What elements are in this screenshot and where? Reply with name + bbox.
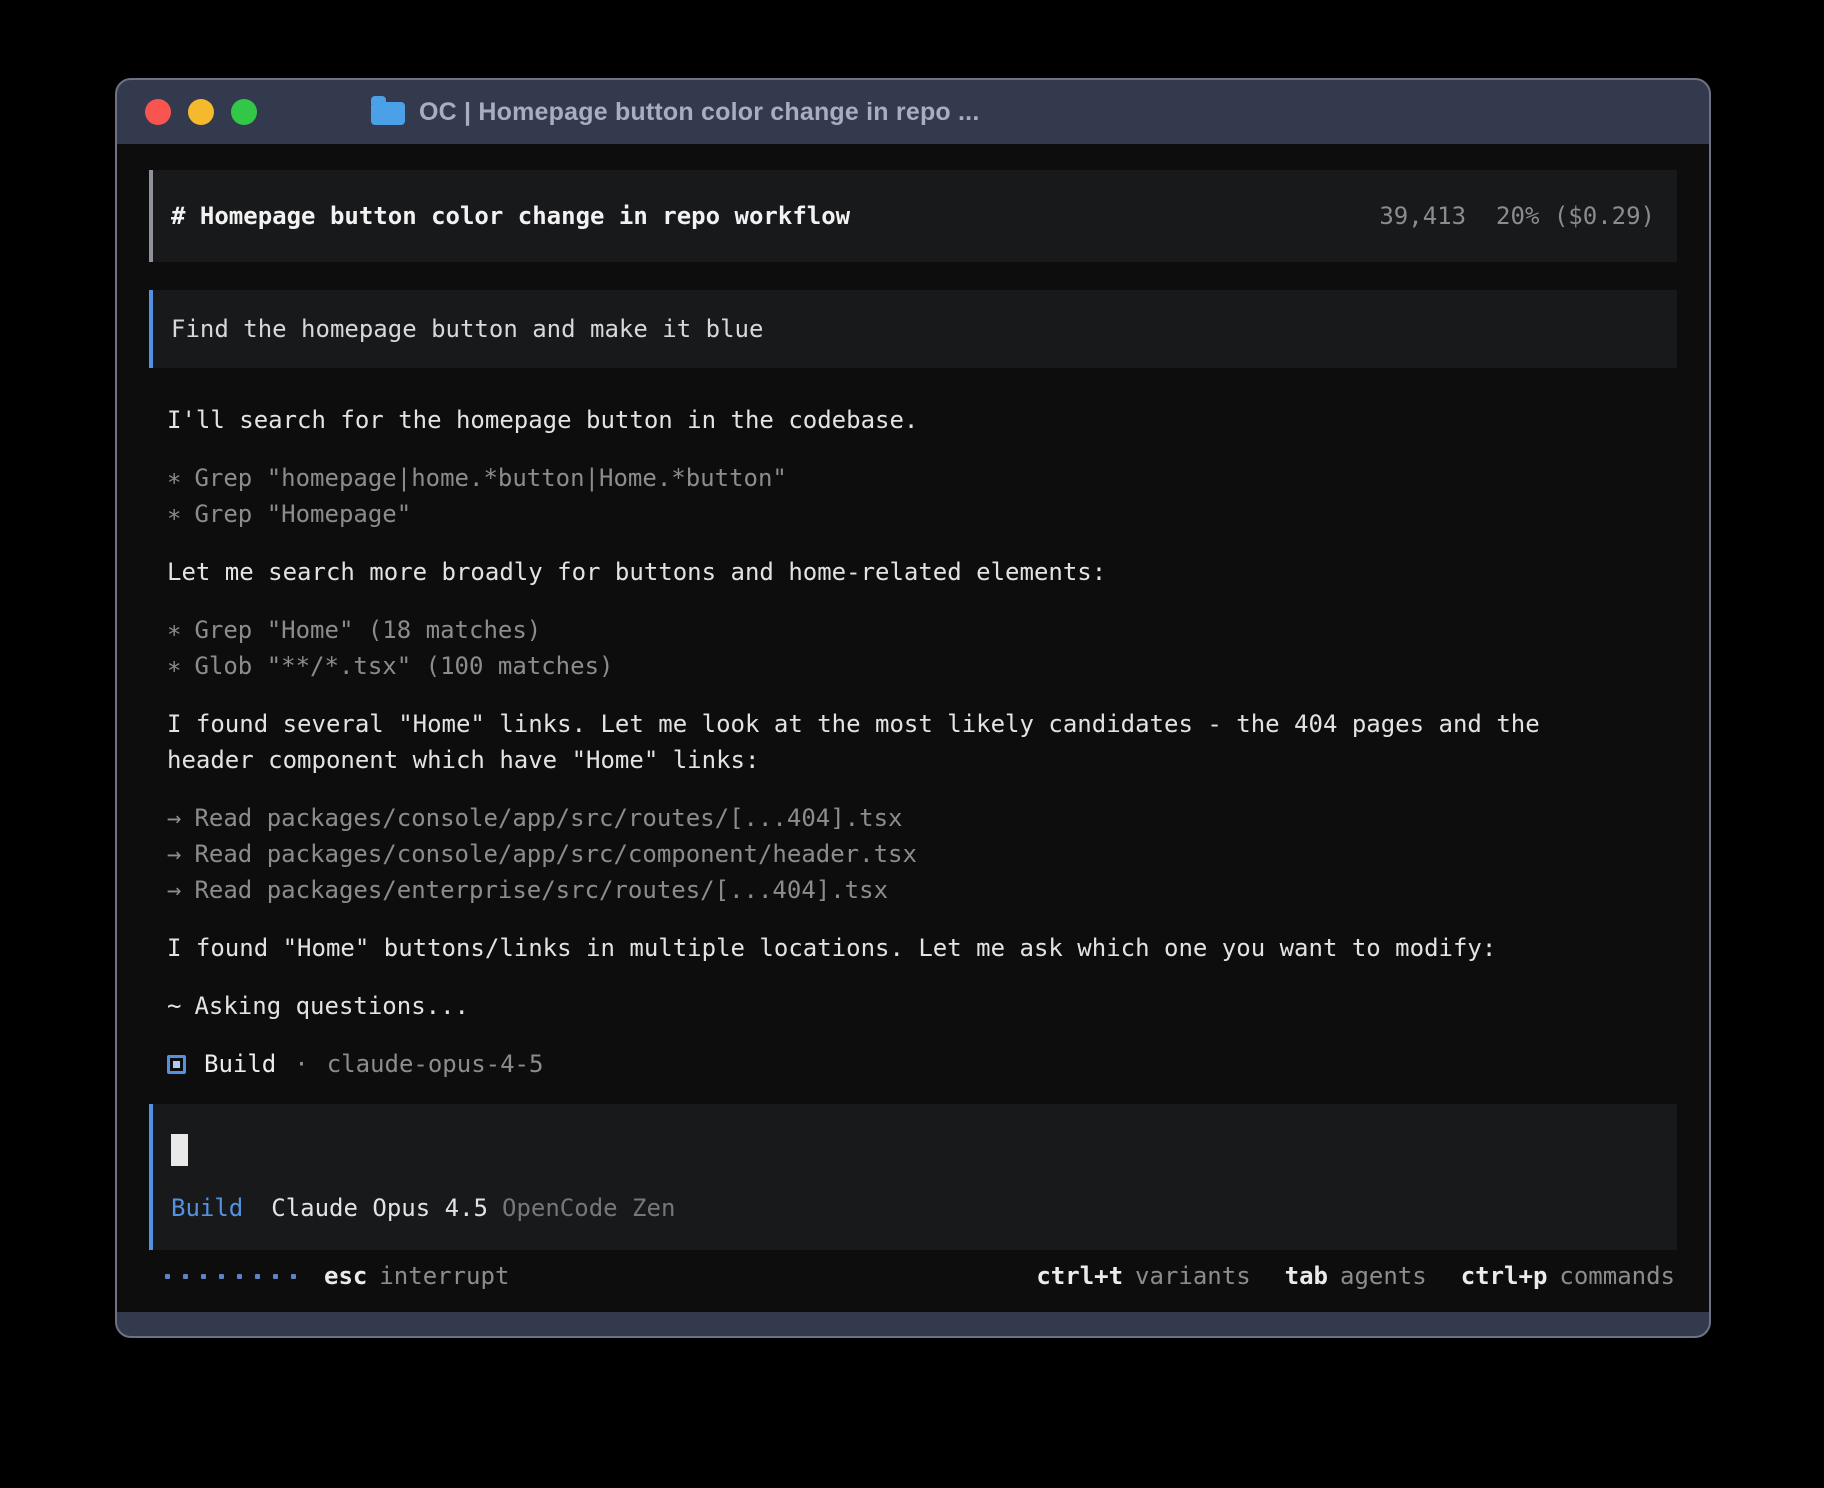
agent-square-icon <box>167 1055 186 1074</box>
shortcut-label: agents <box>1340 1258 1427 1294</box>
assistant-paragraph: I found several "Home" links. Let me loo… <box>149 706 1677 778</box>
input-model-name[interactable]: Claude Opus 4.5 <box>271 1192 488 1224</box>
session-stats: 39,413 20% ($0.29) <box>1379 198 1655 234</box>
tool-call-label: Grep "homepage|home.*button|Home.*button… <box>194 460 786 496</box>
context-usage-cost: 20% ($0.29) <box>1496 198 1655 234</box>
traffic-lights <box>145 99 257 125</box>
input-agent-label[interactable]: Build <box>171 1192 243 1224</box>
shortcut-agents: tab agents <box>1285 1258 1427 1294</box>
interrupt-hint: esc interrupt <box>324 1258 509 1294</box>
arrow-right-icon: → <box>167 800 181 836</box>
esc-key: esc <box>324 1258 367 1294</box>
asterisk-icon: ∗ <box>167 460 181 496</box>
read-tool-line: → Read packages/console/app/src/componen… <box>149 836 1677 872</box>
minimize-button[interactable] <box>188 99 214 125</box>
close-button[interactable] <box>145 99 171 125</box>
tool-call-line: ∗ Grep "homepage|home.*button|Home.*butt… <box>149 460 1677 496</box>
spinner-dots-icon <box>165 1274 296 1279</box>
tool-call-line: ∗ Glob "**/*.tsx" (100 matches) <box>149 648 1677 684</box>
assistant-text: I found "Home" buttons/links in multiple… <box>149 930 1677 966</box>
titlebar-title-group: OC | Homepage button color change in rep… <box>371 98 979 127</box>
read-tool-line: → Read packages/console/app/src/routes/[… <box>149 800 1677 836</box>
read-tool-group: → Read packages/console/app/src/routes/[… <box>149 800 1677 908</box>
asterisk-icon: ∗ <box>167 496 181 532</box>
shortcut-variants: ctrl+t variants <box>1036 1258 1250 1294</box>
arrow-right-icon: → <box>167 836 181 872</box>
tool-call-label: Glob "**/*.tsx" (100 matches) <box>194 648 613 684</box>
window-titlebar[interactable]: OC | Homepage button color change in rep… <box>117 80 1709 144</box>
text-cursor <box>171 1134 188 1166</box>
working-status-text: Asking questions... <box>194 988 469 1024</box>
zoom-button[interactable] <box>231 99 257 125</box>
read-tool-label: Read packages/console/app/src/component/… <box>194 836 916 872</box>
folder-icon <box>371 102 405 125</box>
tool-call-label: Grep "Homepage" <box>194 496 411 532</box>
asterisk-icon: ∗ <box>167 648 181 684</box>
user-message-text: Find the homepage button and make it blu… <box>171 311 763 347</box>
shortcut-key: tab <box>1285 1258 1328 1294</box>
esc-label: interrupt <box>379 1258 509 1294</box>
assistant-text: header component which have "Home" links… <box>149 742 1677 778</box>
tool-call-group: ∗ Grep "Home" (18 matches) ∗ Glob "**/*.… <box>149 612 1677 684</box>
shortcut-key: ctrl+t <box>1036 1258 1123 1294</box>
session-header-panel: # Homepage button color change in repo w… <box>149 170 1677 262</box>
read-tool-label: Read packages/enterprise/src/routes/[...… <box>194 872 888 908</box>
status-bar: esc interrupt ctrl+t variants tab agents… <box>149 1258 1677 1294</box>
status-bar-left: esc interrupt <box>149 1258 509 1294</box>
session-title: # Homepage button color change in repo w… <box>171 198 850 234</box>
tool-call-label: Grep "Home" (18 matches) <box>194 612 541 648</box>
separator-dot: · <box>294 1046 308 1082</box>
shortcut-label: variants <box>1135 1258 1251 1294</box>
input-model-row: Build Claude Opus 4.5 OpenCode Zen <box>171 1192 1657 1224</box>
assistant-text: I'll search for the homepage button in t… <box>149 402 1677 438</box>
tool-call-line: ∗ Grep "Home" (18 matches) <box>149 612 1677 648</box>
assistant-text: Let me search more broadly for buttons a… <box>149 554 1677 590</box>
status-bar-right: ctrl+t variants tab agents ctrl+p comman… <box>1036 1258 1677 1294</box>
tool-call-group: ∗ Grep "homepage|home.*button|Home.*butt… <box>149 460 1677 532</box>
shortcut-label: commands <box>1559 1258 1675 1294</box>
agent-model: claude-opus-4-5 <box>327 1046 544 1082</box>
user-message-panel: Find the homepage button and make it blu… <box>149 290 1677 368</box>
input-provider-name: OpenCode Zen <box>502 1192 675 1224</box>
prompt-input[interactable]: Build Claude Opus 4.5 OpenCode Zen <box>149 1104 1677 1250</box>
read-tool-line: → Read packages/enterprise/src/routes/[.… <box>149 872 1677 908</box>
tilde-icon: ~ <box>167 988 181 1024</box>
agent-name: Build <box>204 1046 276 1082</box>
asterisk-icon: ∗ <box>167 612 181 648</box>
terminal-content: # Homepage button color change in repo w… <box>117 144 1709 1312</box>
token-count: 39,413 <box>1379 198 1466 234</box>
terminal-window: OC | Homepage button color change in rep… <box>115 78 1711 1338</box>
shortcut-key: ctrl+p <box>1461 1258 1548 1294</box>
window-title: OC | Homepage button color change in rep… <box>419 98 979 127</box>
working-status-line: ~ Asking questions... <box>149 988 1677 1024</box>
read-tool-label: Read packages/console/app/src/routes/[..… <box>194 800 902 836</box>
tool-call-line: ∗ Grep "Homepage" <box>149 496 1677 532</box>
arrow-right-icon: → <box>167 872 181 908</box>
shortcut-commands: ctrl+p commands <box>1461 1258 1675 1294</box>
assistant-text: I found several "Home" links. Let me loo… <box>149 706 1677 742</box>
agent-status-row: Build · claude-opus-4-5 <box>149 1046 1677 1082</box>
